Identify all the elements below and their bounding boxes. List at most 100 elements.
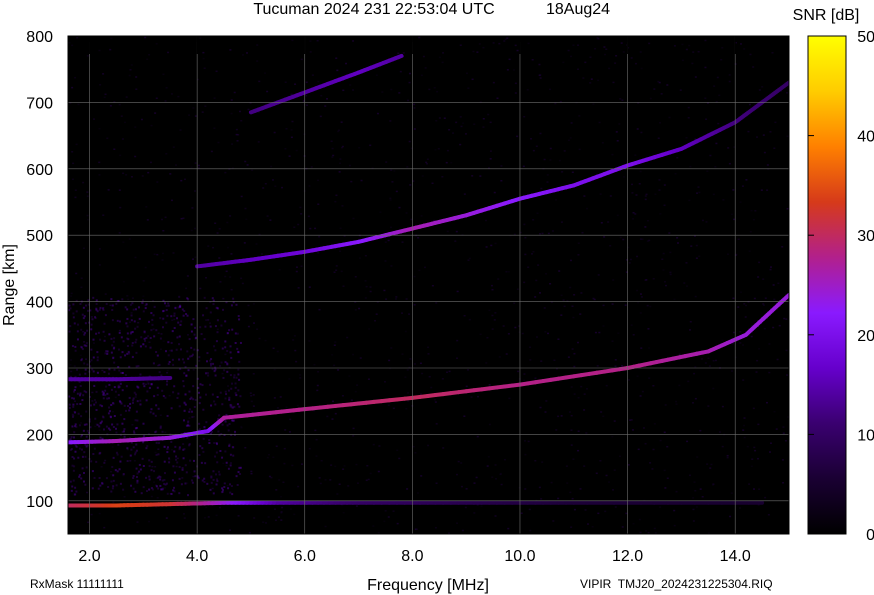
noise-speck [155,43,158,45]
noise-speck [149,161,152,164]
spread-echo [192,385,195,388]
noise-speck [524,236,527,239]
spread-echo [106,397,109,400]
spread-echo [126,345,129,348]
spread-echo [74,386,77,389]
noise-speck [704,66,707,69]
noise-speck [123,121,126,124]
noise-speck [742,379,745,381]
noise-speck [612,489,615,491]
noise-speck [621,99,624,101]
noise-speck [652,384,655,387]
noise-speck [99,84,102,86]
noise-speck [309,227,312,230]
noise-speck [676,156,679,159]
spread-echo [234,386,237,389]
spread-echo [190,410,193,413]
noise-speck [589,82,592,84]
spread-echo [218,473,221,476]
noise-speck [199,287,202,290]
noise-speck [168,394,171,397]
spread-echo [111,423,114,426]
noise-speck [342,89,345,92]
noise-speck [154,112,157,114]
noise-speck [198,360,201,362]
noise-speck [529,529,532,532]
noise-speck [166,371,169,374]
spread-echo [215,340,218,343]
spread-echo [165,309,168,312]
noise-speck [681,43,684,46]
noise-speck [205,276,208,279]
noise-speck [425,161,428,164]
spread-echo [95,308,98,311]
noise-speck [634,213,637,215]
spread-echo [135,351,138,354]
noise-speck [391,181,394,183]
noise-speck [308,447,311,450]
noise-speck [476,51,479,53]
noise-speck [473,123,476,125]
spread-echo [211,297,214,300]
noise-speck [280,519,283,521]
noise-speck [570,414,573,417]
noise-speck [712,193,715,196]
spread-echo [99,422,102,425]
noise-speck [288,155,291,157]
noise-speck [540,360,543,362]
spread-echo [150,469,153,472]
spread-echo [193,348,196,351]
noise-speck [104,335,107,338]
noise-speck [278,268,281,271]
noise-speck [434,149,437,151]
noise-speck [385,161,388,163]
spread-echo [98,425,101,428]
spread-echo [75,490,78,493]
spread-echo [139,345,142,348]
noise-speck [293,335,296,337]
noise-speck [309,51,312,53]
spread-echo [148,475,151,478]
spread-echo [155,351,158,354]
noise-speck [784,439,787,442]
spread-echo [110,298,113,301]
trace-segment [396,53,404,60]
noise-speck [103,526,106,529]
noise-speck [430,386,433,389]
date-label: 18Aug24 [546,1,610,18]
spread-echo [113,415,116,418]
spread-echo [167,341,170,344]
spread-echo [92,356,95,359]
noise-speck [704,97,707,99]
spread-echo [113,337,116,340]
noise-speck [146,58,149,61]
spread-echo [212,492,215,495]
noise-speck [194,115,197,117]
noise-speck [352,353,355,356]
spread-echo [82,394,85,397]
noise-speck [98,248,101,250]
noise-speck [523,281,526,284]
noise-speck [646,219,649,222]
noise-speck [229,215,232,217]
noise-speck [652,448,655,451]
noise-speck [755,371,758,373]
noise-speck [264,339,267,342]
spread-echo [183,372,186,375]
noise-speck [566,482,569,484]
spread-echo [187,494,190,497]
noise-speck [91,391,94,394]
noise-speck [649,305,652,308]
noise-speck [326,415,329,418]
spread-echo [236,483,239,486]
spread-echo [90,348,93,351]
noise-speck [252,303,255,305]
noise-speck [79,422,82,424]
noise-speck [639,51,642,53]
noise-speck [230,99,233,101]
noise-speck [390,169,393,171]
noise-speck [535,279,538,282]
noise-speck [398,92,401,94]
spread-echo [155,485,158,488]
noise-speck [347,485,350,487]
